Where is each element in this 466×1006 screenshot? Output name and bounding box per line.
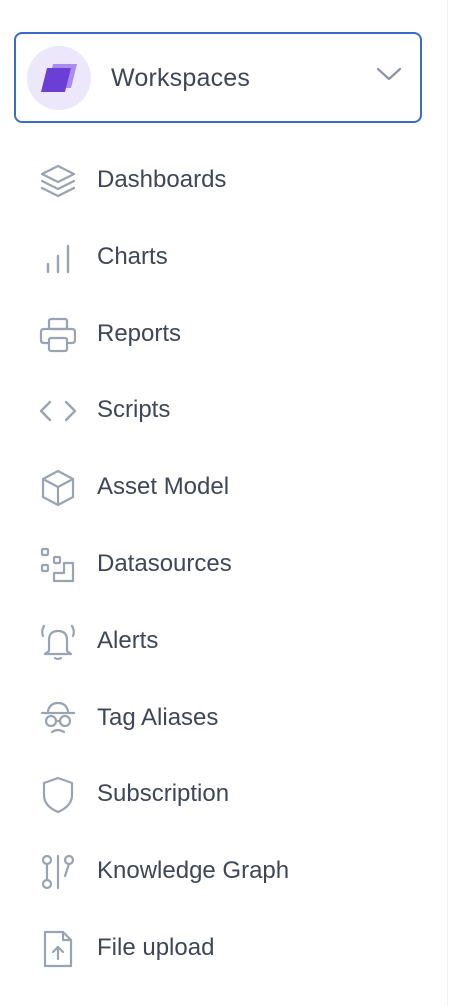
datasource-icon — [38, 545, 78, 585]
bell-ringing-icon — [38, 622, 78, 662]
nav-item-dashboards[interactable]: Dashboards — [0, 142, 448, 219]
nav-label: File upload — [97, 933, 215, 961]
nav-label: Alerts — [97, 626, 159, 654]
bar-chart-icon — [38, 238, 78, 278]
content-edge — [449, 0, 466, 1006]
nav-label: Datasources — [97, 549, 232, 577]
nav-label: Dashboards — [97, 166, 227, 193]
nav-label: Knowledge Graph — [97, 857, 290, 885]
nav-item-tag-aliases[interactable]: Tag Aliases — [0, 680, 448, 757]
nav-item-subscription[interactable]: Subscription — [0, 756, 448, 833]
nav-item-charts[interactable]: Charts — [0, 219, 448, 296]
code-icon — [38, 391, 78, 431]
layers-icon — [38, 161, 78, 201]
shield-icon — [38, 775, 78, 815]
nav-item-asset-model[interactable]: Asset Model — [0, 449, 448, 526]
printer-icon — [38, 315, 78, 355]
file-upload-icon — [38, 929, 78, 969]
chevron-down-icon — [376, 66, 402, 87]
nav-label: Reports — [97, 319, 182, 347]
nav-label: Scripts — [97, 396, 171, 424]
nav-item-reports[interactable]: Reports — [0, 296, 448, 373]
workspace-label: Workspaces — [111, 64, 251, 92]
nav-item-scripts[interactable]: Scripts — [0, 372, 448, 449]
nav-label: Tag Aliases — [97, 703, 219, 731]
cube-icon — [38, 468, 78, 508]
incognito-icon — [38, 699, 78, 739]
main-nav: Dashboards Charts Reports Scripts Asset … — [0, 142, 448, 987]
nav-label: Charts — [97, 242, 168, 270]
sidebar: Workspaces Dashboards Charts Reports Scr… — [0, 0, 448, 1006]
workspace-selector[interactable]: Workspaces — [14, 32, 422, 123]
nav-item-alerts[interactable]: Alerts — [0, 603, 448, 680]
nav-item-file-upload[interactable]: File upload — [0, 910, 448, 987]
graph-icon — [38, 852, 78, 892]
workspace-layers-icon — [27, 46, 91, 110]
nav-item-datasources[interactable]: Datasources — [0, 526, 448, 603]
nav-label: Asset Model — [97, 473, 230, 501]
nav-item-knowledge-graph[interactable]: Knowledge Graph — [0, 833, 448, 910]
nav-label: Subscription — [97, 780, 230, 808]
